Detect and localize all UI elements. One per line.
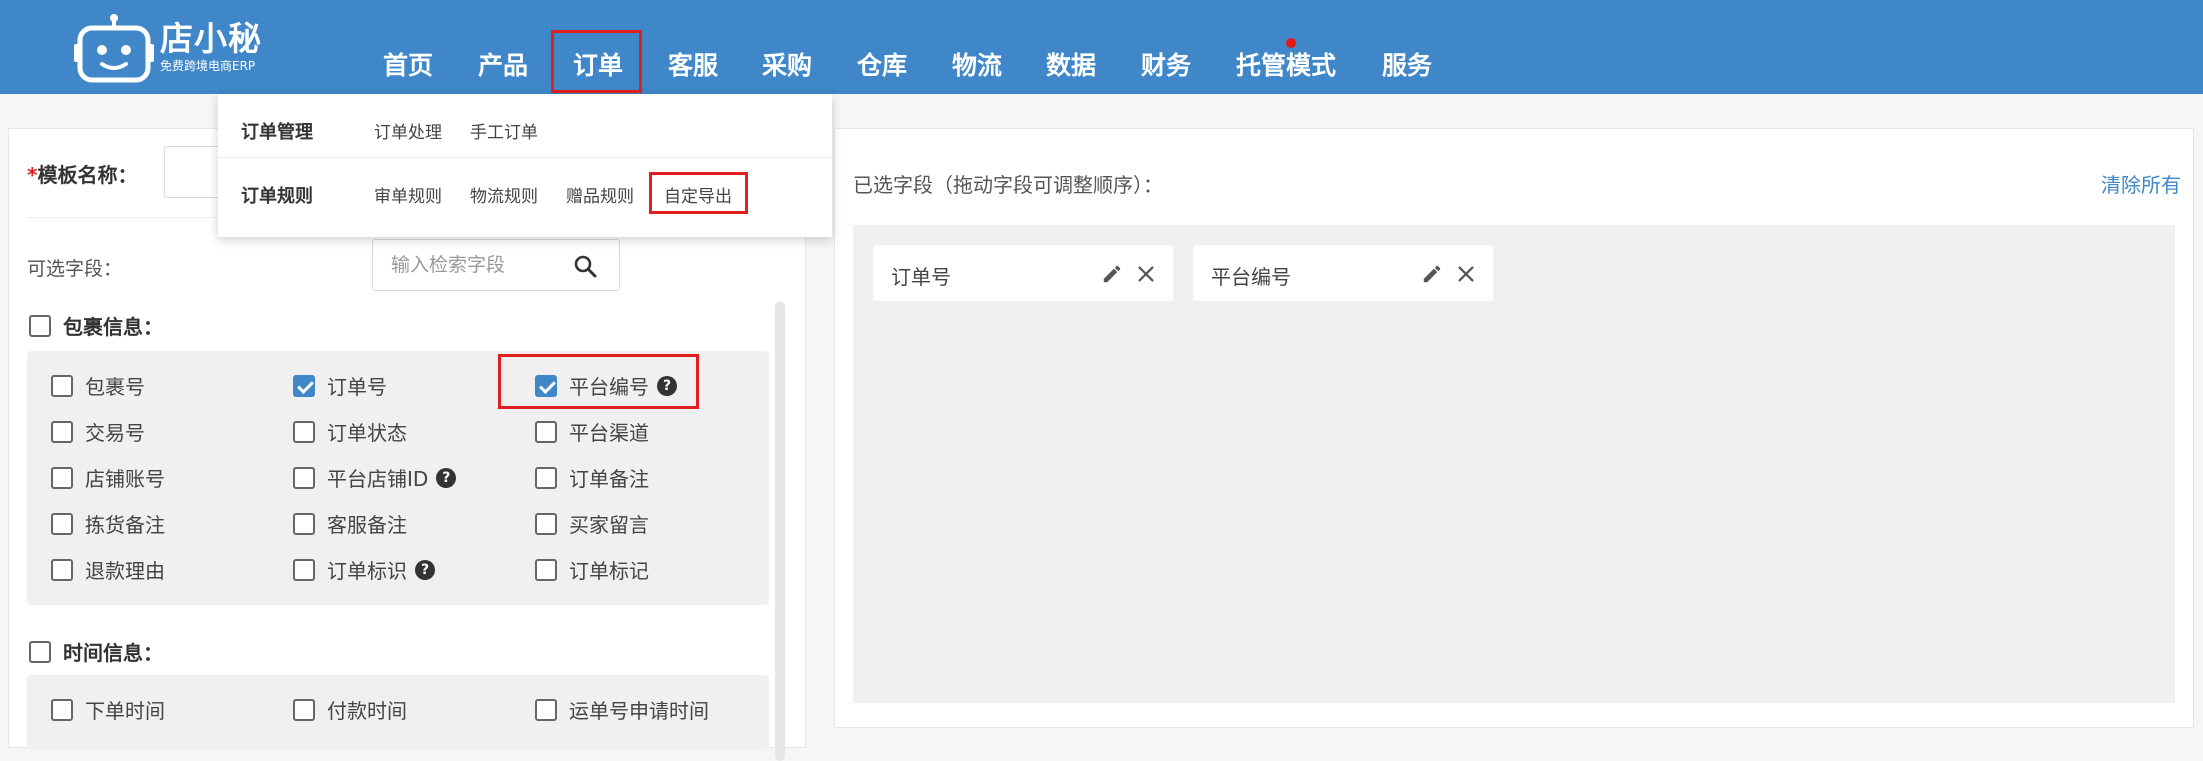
group-package-info-title: 包裹信息： <box>63 315 163 339</box>
field-option[interactable]: 订单号 <box>293 371 387 400</box>
field-checkbox[interactable] <box>535 466 557 489</box>
field-option[interactable]: 客服备注 <box>293 509 407 538</box>
search-icon[interactable] <box>573 254 597 278</box>
logo[interactable]: 店小秘 免费跨境电商ERP <box>74 10 262 84</box>
nav-item-products[interactable]: 产品 <box>478 46 528 82</box>
menu-link-logistics-rules[interactable]: 物流规则 <box>470 182 538 207</box>
nav-item-home[interactable]: 首页 <box>383 46 433 82</box>
field-option[interactable]: 平台店铺ID? <box>293 463 457 492</box>
field-checkbox[interactable] <box>535 698 557 721</box>
logo-tagline: 免费跨境电商ERP <box>160 59 256 73</box>
field-option[interactable]: 订单标识? <box>293 555 435 584</box>
close-icon[interactable] <box>1455 263 1477 285</box>
group-time-info-title: 时间信息： <box>63 641 163 665</box>
field-checkbox[interactable] <box>535 558 557 581</box>
selected-fields-label: 已选字段（拖动字段可调整顺序）： <box>853 173 1163 197</box>
close-icon[interactable] <box>1135 263 1157 285</box>
field-option[interactable]: 运单号申请时间 <box>535 695 709 724</box>
chip-label: 平台编号 <box>1211 265 1291 289</box>
time-info-fields: 下单时间 付款时间 运单号申请时间 <box>27 675 769 749</box>
nav-item-logistics[interactable]: 物流 <box>952 46 1002 82</box>
nav-item-managed-mode[interactable]: 托管模式 <box>1236 46 1336 82</box>
nav-item-services[interactable]: 服务 <box>1382 46 1432 82</box>
nav-item-warehouse[interactable]: 仓库 <box>857 46 907 82</box>
field-checkbox[interactable] <box>293 466 315 489</box>
field-checkbox[interactable] <box>293 420 315 443</box>
clear-all-link[interactable]: 清除所有 <box>2101 169 2181 198</box>
menu-link-gift-rules[interactable]: 赠品规则 <box>566 182 634 207</box>
field-option[interactable]: 店铺账号 <box>51 463 165 492</box>
pencil-icon[interactable] <box>1101 263 1123 285</box>
available-fields-label: 可选字段： <box>27 258 123 280</box>
field-checkbox[interactable] <box>51 558 73 581</box>
orders-highlight-box <box>551 30 642 93</box>
field-search-box <box>372 239 620 291</box>
logo-name: 店小秘 <box>160 19 262 58</box>
menu-link-manual-order[interactable]: 手工订单 <box>470 118 538 143</box>
field-option[interactable]: 下单时间 <box>51 695 165 724</box>
notification-dot <box>1286 38 1296 48</box>
field-option[interactable]: 订单标记 <box>535 555 649 584</box>
field-checkbox[interactable] <box>535 420 557 443</box>
field-option[interactable]: 订单状态 <box>293 417 407 446</box>
selected-fields-panel: 已选字段（拖动字段可调整顺序）： 清除所有 订单号 平台编号 <box>834 128 2194 728</box>
top-navbar: 店小秘 免费跨境电商ERP 首页 产品 订单 客服 采购 仓库 物流 数据 财务… <box>0 0 2203 94</box>
field-checkbox[interactable] <box>293 512 315 535</box>
nav-item-data[interactable]: 数据 <box>1046 46 1096 82</box>
field-search-input[interactable] <box>373 240 563 290</box>
order-management-title: 订单管理 <box>241 122 313 143</box>
field-checkbox[interactable] <box>51 698 73 721</box>
selected-fields-area[interactable]: 订单号 平台编号 <box>853 225 2175 703</box>
group-time-info: 时间信息： <box>29 637 163 666</box>
field-option[interactable]: 退款理由 <box>51 555 165 584</box>
field-checkbox[interactable] <box>293 558 315 581</box>
field-option[interactable]: 订单备注 <box>535 463 649 492</box>
nav-item-customer-service[interactable]: 客服 <box>668 46 718 82</box>
scrollbar[interactable] <box>775 301 785 761</box>
field-option[interactable]: 付款时间 <box>293 695 407 724</box>
group-time-info-checkbox[interactable] <box>29 640 51 663</box>
custom-export-highlight-box <box>649 172 748 214</box>
field-checkbox[interactable] <box>51 466 73 489</box>
chip-label: 订单号 <box>891 265 951 289</box>
help-icon[interactable]: ? <box>436 467 457 488</box>
pencil-icon[interactable] <box>1421 263 1443 285</box>
field-checkbox[interactable] <box>535 512 557 535</box>
field-option[interactable]: 买家留言 <box>535 509 649 538</box>
field-option[interactable]: 平台渠道 <box>535 417 649 446</box>
platform-id-highlight-box <box>498 354 699 409</box>
template-name-label: *模板名称： <box>27 163 138 187</box>
group-package-info: 包裹信息： <box>29 311 163 340</box>
menu-link-review-rules[interactable]: 审单规则 <box>374 182 442 207</box>
selected-field-chip[interactable]: 订单号 <box>873 245 1173 301</box>
orders-dropdown-menu: 订单管理 订单处理 手工订单 订单规则 审单规则 物流规则 赠品规则 自定导出 <box>218 94 832 237</box>
order-rules-title: 订单规则 <box>241 186 313 207</box>
field-checkbox[interactable] <box>51 420 73 443</box>
field-checkbox[interactable] <box>51 374 73 397</box>
menu-link-order-processing[interactable]: 订单处理 <box>374 118 442 143</box>
robot-logo-icon <box>74 10 154 84</box>
order-management-row: 订单管理 订单处理 手工订单 <box>218 94 832 158</box>
field-checkbox[interactable] <box>51 512 73 535</box>
field-checkbox[interactable] <box>293 698 315 721</box>
field-option[interactable]: 拣货备注 <box>51 509 165 538</box>
nav-item-purchasing[interactable]: 采购 <box>762 46 812 82</box>
group-package-info-checkbox[interactable] <box>29 314 51 337</box>
selected-field-chip[interactable]: 平台编号 <box>1193 245 1493 301</box>
help-icon[interactable]: ? <box>415 559 435 580</box>
field-option[interactable]: 交易号 <box>51 417 145 446</box>
field-option[interactable]: 包裹号 <box>51 371 145 400</box>
nav-item-finance[interactable]: 财务 <box>1141 46 1191 82</box>
field-checkbox-checked[interactable] <box>293 374 315 397</box>
